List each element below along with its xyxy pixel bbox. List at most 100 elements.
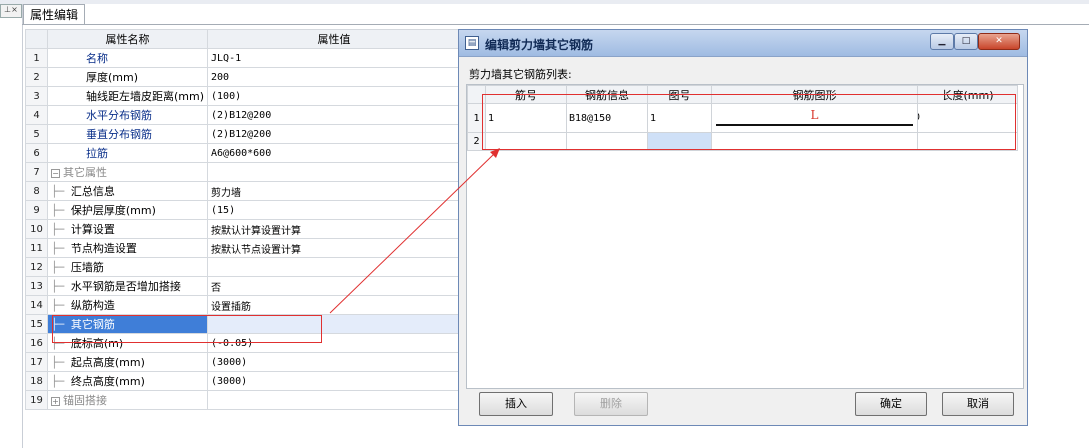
property-row[interactable]: 1 名称 JLQ-1 bbox=[25, 48, 462, 68]
row-number: 18 bbox=[25, 371, 48, 391]
tab-property-editor[interactable]: 属性编辑 bbox=[23, 4, 85, 25]
property-value-cell[interactable]: 剪力墙 bbox=[207, 181, 462, 201]
property-name: 水平钢筋是否增加搭接 bbox=[70, 280, 181, 293]
property-row[interactable]: 2 厚度(mm) 200 bbox=[25, 67, 462, 87]
property-name-cell[interactable]: ├─ 起点高度(mm) bbox=[46, 352, 209, 372]
delete-button[interactable]: 删除 bbox=[574, 392, 648, 416]
row-number: 10 bbox=[25, 219, 48, 239]
close-icon[interactable]: ✕ bbox=[978, 33, 1020, 50]
tree-branch-icon: ├─ bbox=[51, 356, 71, 369]
property-name: 其它属性 bbox=[63, 166, 107, 179]
row-number: 2 bbox=[25, 67, 48, 87]
property-value-cell[interactable]: JLQ-1 bbox=[207, 48, 462, 68]
cancel-button[interactable]: 取消 bbox=[942, 392, 1014, 416]
property-value-cell[interactable]: (2)B12@200 bbox=[207, 124, 462, 144]
property-row[interactable]: 5 垂直分布钢筋 (2)B12@200 bbox=[25, 124, 462, 144]
property-row[interactable]: 8 ├─ 汇总信息 剪力墙 bbox=[25, 181, 462, 201]
tree-branch-icon: ├─ bbox=[51, 223, 71, 236]
property-row[interactable]: 11 ├─ 节点构造设置 按默认节点设置计算 bbox=[25, 238, 462, 258]
property-name: 厚度(mm) bbox=[86, 71, 139, 84]
minimize-icon[interactable]: ▁ bbox=[930, 33, 954, 50]
highlight-box-other-rebar bbox=[52, 315, 322, 343]
property-value-cell[interactable]: 200 bbox=[207, 67, 462, 87]
property-row[interactable]: 13 ├─ 水平钢筋是否增加搭接否 bbox=[25, 276, 462, 296]
property-name: 锚固搭接 bbox=[63, 394, 107, 407]
property-name-cell[interactable]: ├─ 保护层厚度(mm) bbox=[46, 200, 209, 220]
property-value-cell[interactable]: (15) bbox=[207, 200, 462, 220]
row-number: 5 bbox=[25, 124, 48, 144]
property-name-cell[interactable]: 垂直分布钢筋 bbox=[46, 124, 209, 144]
col-header-value: 属性值 bbox=[207, 29, 462, 49]
dialog-titlebar[interactable]: ▤ 编辑剪力墙其它钢筋 ▁ □ ✕ bbox=[459, 30, 1027, 57]
property-name-cell[interactable]: 水平分布钢筋 bbox=[46, 105, 209, 125]
property-name-cell[interactable]: ├─ 汇总信息 bbox=[46, 181, 209, 201]
property-name: 保护层厚度(mm) bbox=[70, 204, 156, 217]
property-name-cell[interactable]: − 其它属性 bbox=[46, 162, 209, 182]
property-value-cell[interactable]: 设置插筋 bbox=[207, 295, 462, 315]
tree-branch-icon: ├─ bbox=[51, 204, 71, 217]
property-row[interactable]: 17 ├─ 起点高度(mm) (3000) bbox=[25, 352, 462, 372]
pin-close-icon[interactable]: ⊥× bbox=[0, 4, 22, 18]
property-row[interactable]: 3 轴线距左墙皮距离(mm) (100) bbox=[25, 86, 462, 106]
property-row[interactable]: 19 + 锚固搭接 bbox=[25, 390, 462, 410]
property-row[interactable]: 12 ├─ 压墙筋 bbox=[25, 257, 462, 277]
property-row[interactable]: 18 ├─ 终点高度(mm) (3000) bbox=[25, 371, 462, 391]
property-value-cell[interactable]: 按默认计算设置计算 bbox=[207, 219, 462, 239]
property-value-cell[interactable]: 按默认节点设置计算 bbox=[207, 238, 462, 258]
property-name-cell[interactable]: ├─ 节点构造设置 bbox=[46, 238, 209, 258]
property-value-cell[interactable] bbox=[207, 390, 462, 410]
tab-divider bbox=[22, 24, 1089, 25]
tree-branch-icon: ├─ bbox=[51, 280, 71, 293]
row-number: 14 bbox=[25, 295, 48, 315]
top-strip bbox=[0, 0, 1089, 4]
property-value-cell[interactable] bbox=[207, 162, 462, 182]
row-number: 1 bbox=[25, 48, 48, 68]
property-name-cell[interactable]: 名称 bbox=[46, 48, 209, 68]
property-value-cell[interactable]: (2)B12@200 bbox=[207, 105, 462, 125]
property-value-cell[interactable] bbox=[207, 257, 462, 277]
row-number: 11 bbox=[25, 238, 48, 258]
property-row[interactable]: 9 ├─ 保护层厚度(mm) (15) bbox=[25, 200, 462, 220]
insert-button[interactable]: 插入 bbox=[479, 392, 553, 416]
ok-button[interactable]: 确定 bbox=[855, 392, 927, 416]
property-name: 计算设置 bbox=[70, 223, 115, 236]
property-row[interactable]: 6 拉筋 A6@600*600 bbox=[25, 143, 462, 163]
property-name-cell[interactable]: ├─ 纵筋构造 bbox=[46, 295, 209, 315]
property-name-cell[interactable]: ├─ 计算设置 bbox=[46, 219, 209, 239]
property-row[interactable]: 4 水平分布钢筋 (2)B12@200 bbox=[25, 105, 462, 125]
property-row[interactable]: 7− 其它属性 bbox=[25, 162, 462, 182]
property-name-cell[interactable]: 轴线距左墙皮距离(mm) bbox=[46, 86, 209, 106]
tree-branch-icon: ├─ bbox=[51, 261, 71, 274]
row-number: 7 bbox=[25, 162, 48, 182]
property-name-cell[interactable]: 厚度(mm) bbox=[46, 67, 209, 87]
row-number: 13 bbox=[25, 276, 48, 296]
tree-branch-icon: ├─ bbox=[51, 185, 71, 198]
property-value-cell[interactable]: 否 bbox=[207, 276, 462, 296]
property-name-cell[interactable]: + 锚固搭接 bbox=[46, 390, 209, 410]
tree-branch-icon: ├─ bbox=[51, 375, 71, 388]
property-name: 终点高度(mm) bbox=[70, 375, 145, 388]
row-number: 15 bbox=[25, 314, 48, 334]
property-name-cell[interactable]: 拉筋 bbox=[46, 143, 209, 163]
property-name-cell[interactable]: ├─ 压墙筋 bbox=[46, 257, 209, 277]
property-name: 轴线距左墙皮距离(mm) bbox=[86, 90, 205, 103]
property-name-cell[interactable]: ├─ 终点高度(mm) bbox=[46, 371, 209, 391]
property-name: 水平分布钢筋 bbox=[86, 109, 152, 122]
maximize-icon[interactable]: □ bbox=[954, 33, 978, 50]
property-value-cell[interactable]: A6@600*600 bbox=[207, 143, 462, 163]
property-row[interactable]: 10 ├─ 计算设置 按默认计算设置计算 bbox=[25, 219, 462, 239]
property-value-cell[interactable]: (3000) bbox=[207, 352, 462, 372]
tree-branch-icon: ├─ bbox=[51, 242, 71, 255]
col-header-name: 属性名称 bbox=[46, 29, 209, 49]
dialog-title: 编辑剪力墙其它钢筋 bbox=[485, 38, 594, 52]
property-name: 拉筋 bbox=[86, 147, 108, 160]
row-number: 12 bbox=[25, 257, 48, 277]
app-icon: ▤ bbox=[465, 36, 479, 50]
expand-icon[interactable]: + bbox=[51, 396, 60, 406]
property-name-cell[interactable]: ├─ 水平钢筋是否增加搭接 bbox=[46, 276, 209, 296]
property-value-cell[interactable]: (3000) bbox=[207, 371, 462, 391]
property-value-cell[interactable]: (100) bbox=[207, 86, 462, 106]
property-row[interactable]: 14 ├─ 纵筋构造 设置插筋 bbox=[25, 295, 462, 315]
left-dock-strip bbox=[0, 4, 23, 448]
collapse-icon[interactable]: − bbox=[51, 168, 60, 178]
